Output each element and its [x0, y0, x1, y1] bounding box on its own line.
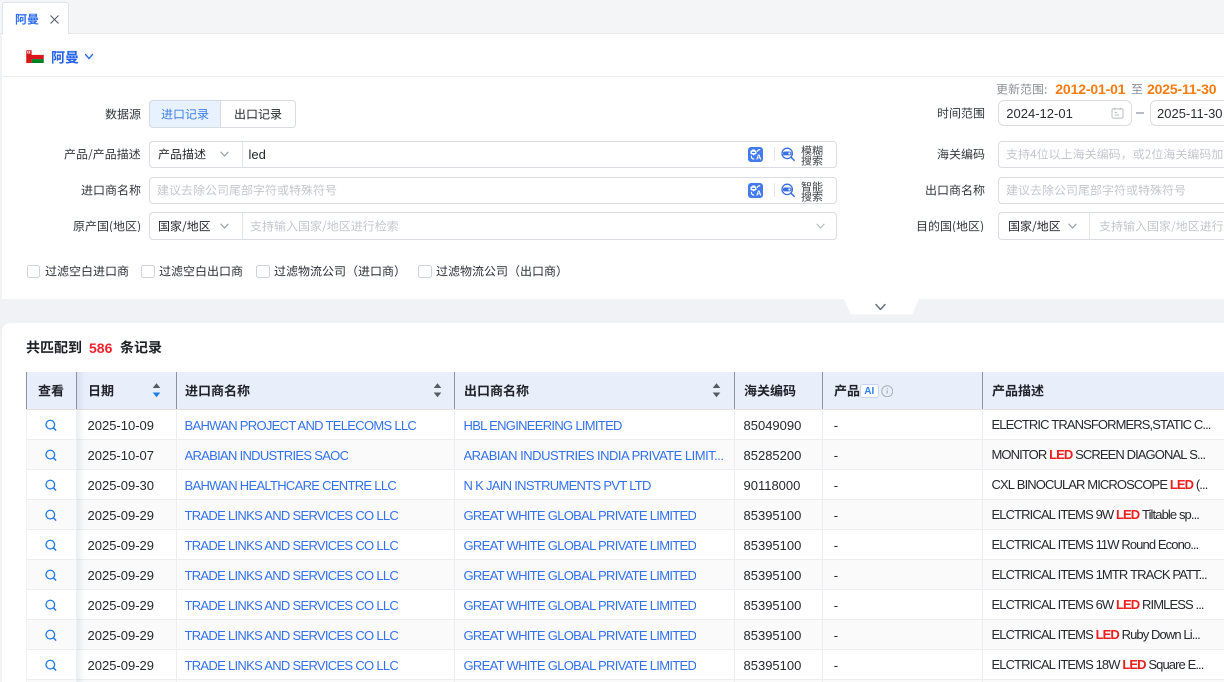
svg-text:A: A — [756, 152, 762, 161]
svg-text:A: A — [756, 188, 762, 197]
